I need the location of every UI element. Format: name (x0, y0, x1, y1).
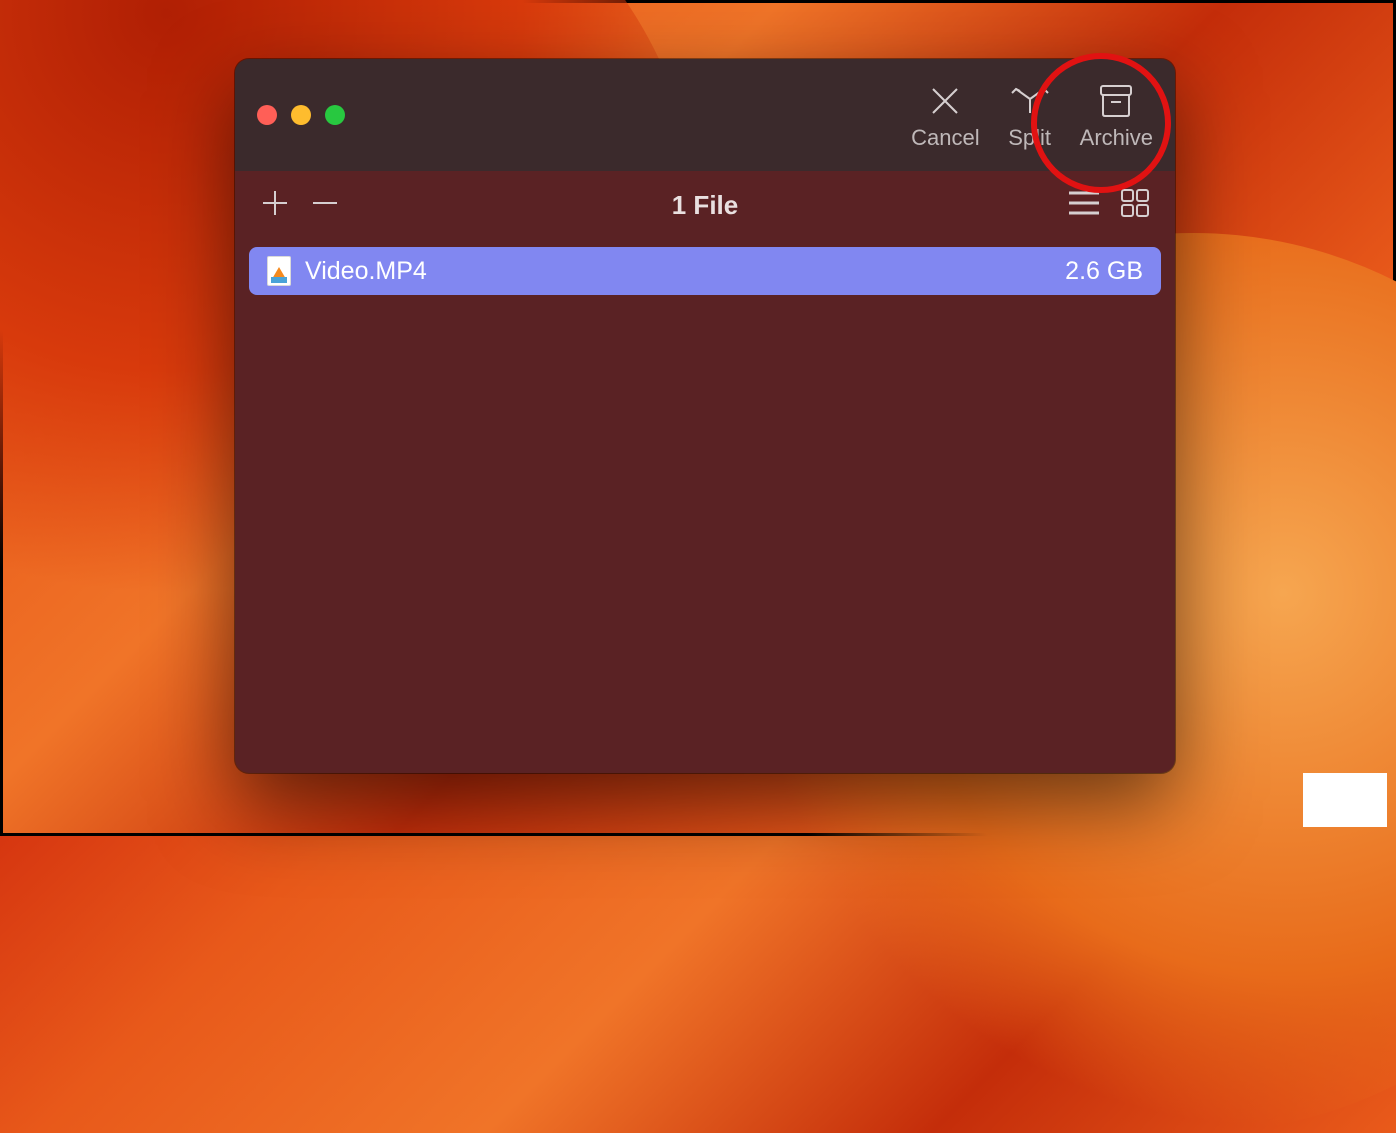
file-count-label: 1 File (235, 190, 1175, 221)
window-minimize-button[interactable] (291, 105, 311, 125)
add-file-button[interactable] (259, 187, 291, 224)
grid-squares-icon (1119, 187, 1151, 219)
cancel-button[interactable]: Cancel (911, 81, 979, 149)
archive-button[interactable]: Archive (1080, 81, 1153, 149)
subtoolbar: 1 File (235, 171, 1175, 239)
file-name: Video.MP4 (305, 257, 427, 286)
watermark-box (1303, 773, 1387, 827)
archive-box-icon (1096, 81, 1136, 121)
window-fullscreen-button[interactable] (325, 105, 345, 125)
window-controls (257, 105, 345, 125)
app-window: Cancel Split (235, 59, 1175, 773)
x-icon (927, 81, 963, 121)
titlebar: Cancel Split (235, 59, 1175, 171)
grid-view-button[interactable] (1119, 187, 1151, 224)
remove-file-button[interactable] (309, 187, 341, 224)
list-lines-icon (1067, 189, 1101, 217)
list-view-button[interactable] (1067, 189, 1101, 222)
minus-icon (309, 187, 341, 219)
archive-label: Archive (1080, 127, 1153, 149)
cancel-label: Cancel (911, 127, 979, 149)
split-label: Split (1008, 127, 1051, 149)
split-arrows-icon (1008, 81, 1052, 121)
file-row[interactable]: Video.MP4 2.6 GB (249, 247, 1161, 295)
toolbar-actions: Cancel Split (911, 81, 1153, 149)
file-size: 2.6 GB (1065, 257, 1143, 286)
file-type-icon (267, 256, 291, 286)
file-list: Video.MP4 2.6 GB (235, 239, 1175, 303)
plus-icon (259, 187, 291, 219)
split-button[interactable]: Split (1008, 81, 1052, 149)
window-close-button[interactable] (257, 105, 277, 125)
